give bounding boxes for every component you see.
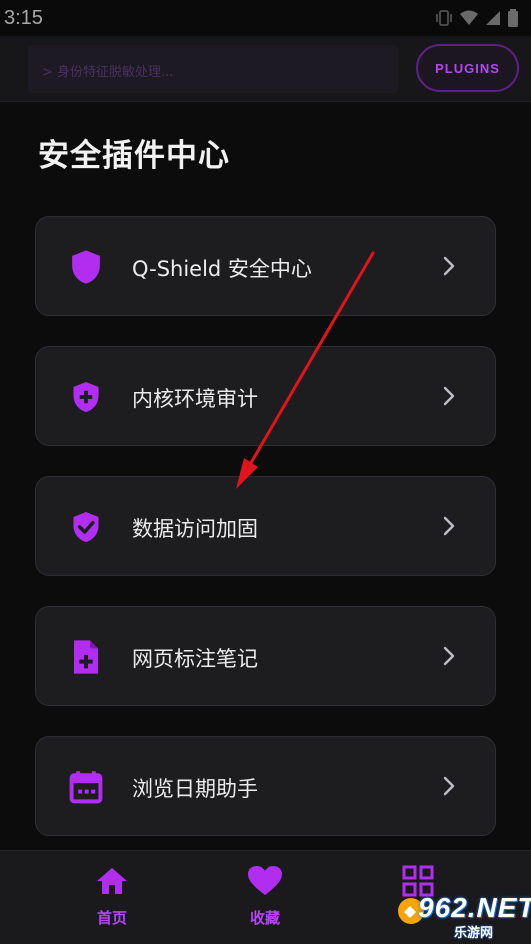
plugin-card-label: 数据访问加固: [132, 517, 258, 541]
shield-check-icon: [69, 510, 103, 544]
watermark-sub: 乐游网: [454, 926, 494, 941]
log-ticker: > 身份特征脱敏处理...: [28, 45, 398, 93]
plugin-card-label: Q-Shield 安全中心: [132, 257, 312, 281]
plugins-button[interactable]: PLUGINS: [416, 44, 519, 92]
chevron-right-icon: [436, 641, 462, 671]
plugin-card-web-notes[interactable]: 网页标注笔记: [35, 606, 496, 706]
shield-plus-icon: [69, 380, 103, 414]
status-time: 3:15: [4, 7, 43, 29]
chevron-right-icon: [436, 251, 462, 281]
plugin-card-label: 网页标注笔记: [132, 647, 258, 671]
plugin-card-data-access[interactable]: 数据访问加固: [35, 476, 496, 576]
plugin-card-q-shield[interactable]: Q-Shield 安全中心: [35, 216, 496, 316]
watermark-logo: 962.NET 乐游网: [396, 888, 531, 941]
plugin-card-label: 内核环境审计: [132, 387, 258, 411]
log-ticker-text: > 身份特征脱敏处理...: [42, 65, 174, 80]
chevron-right-icon: [436, 381, 462, 411]
plugin-card-kernel-audit[interactable]: 内核环境审计: [35, 346, 496, 446]
vibrate-icon: [435, 10, 453, 30]
nav-label: 首页: [96, 909, 127, 927]
nav-item-home[interactable]: 首页: [67, 865, 157, 935]
heart-icon: [247, 865, 283, 901]
battery-icon: [507, 9, 519, 31]
plugin-card-date-helper[interactable]: 浏览日期助手: [35, 736, 496, 836]
home-icon: [95, 865, 129, 901]
file-plus-icon: [69, 640, 103, 674]
wifi-icon: [459, 10, 479, 30]
status-bar: 3:15: [0, 0, 531, 36]
page-title: 安全插件中心: [38, 138, 230, 174]
plugin-card-label: 浏览日期助手: [132, 777, 258, 801]
shield-icon: [69, 250, 103, 284]
nav-item-favorites[interactable]: 收藏: [220, 865, 310, 935]
nav-label: 收藏: [249, 909, 280, 927]
calendar-icon: [69, 770, 103, 804]
status-icons: [435, 9, 519, 31]
top-toolbar: > 身份特征脱敏处理... PLUGINS: [0, 36, 531, 102]
chevron-right-icon: [436, 511, 462, 541]
chevron-right-icon: [436, 771, 462, 801]
signal-icon: [485, 10, 501, 30]
watermark-brand: 962.NET: [418, 892, 531, 923]
